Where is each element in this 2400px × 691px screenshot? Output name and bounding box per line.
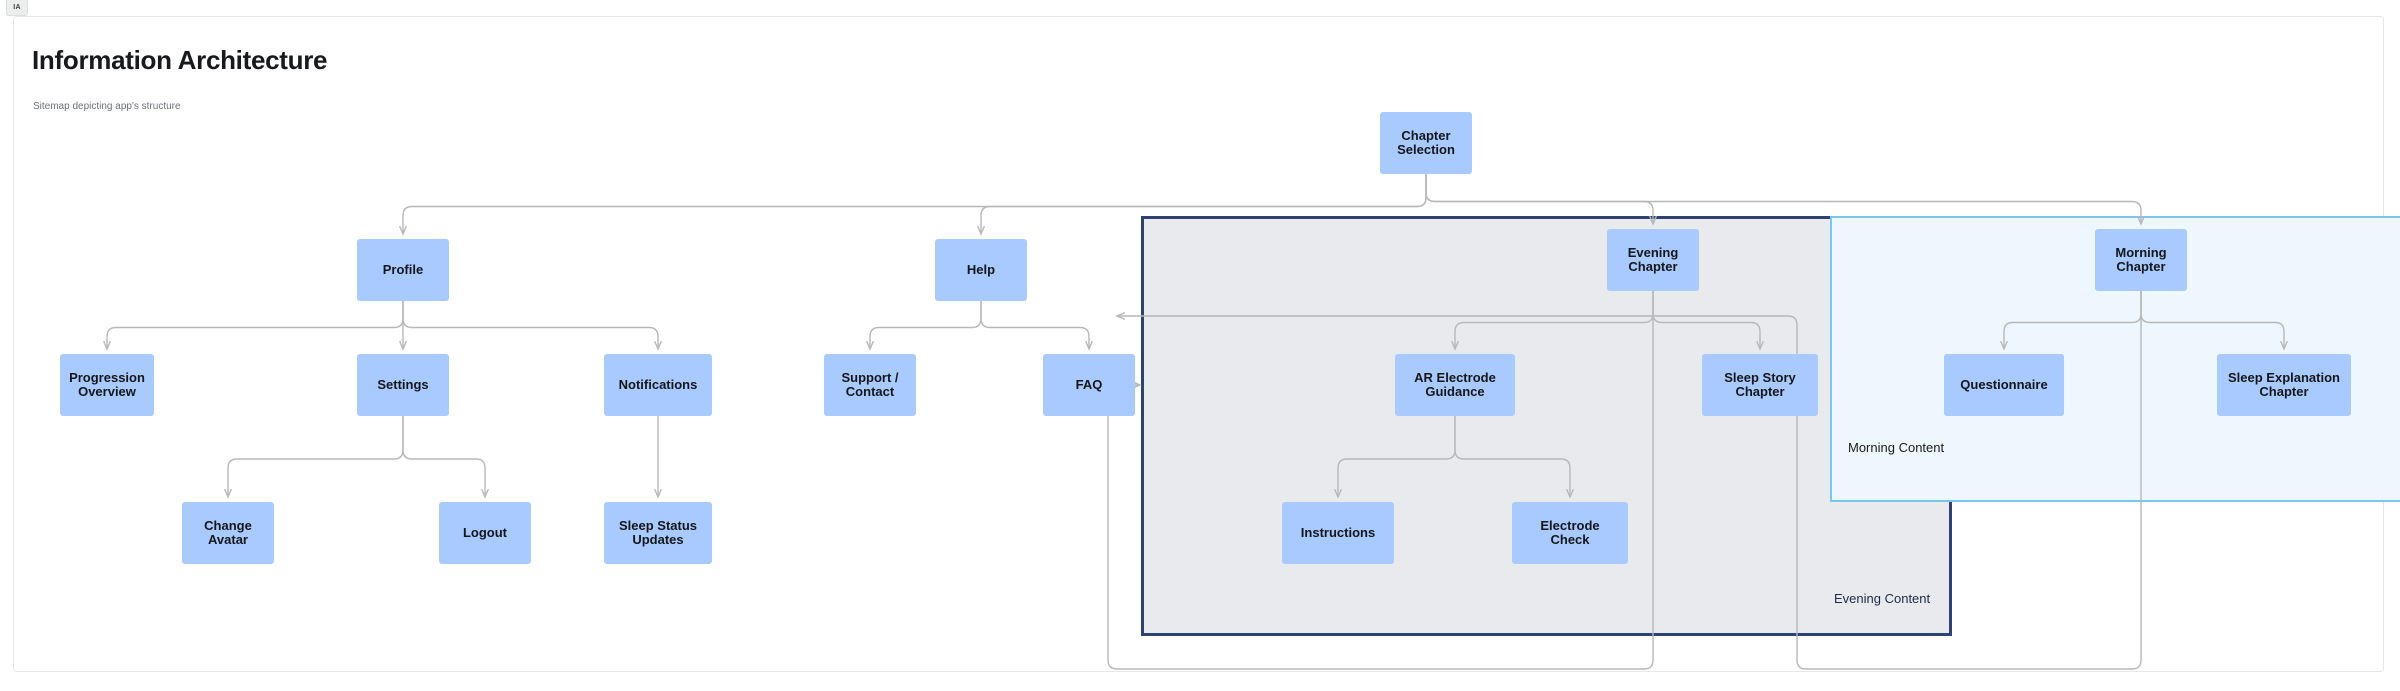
node-logout[interactable]: Logout bbox=[439, 502, 531, 564]
connector-edge bbox=[402, 301, 658, 349]
node-label: Notifications bbox=[618, 376, 698, 392]
node-chapter-selection[interactable]: Chapter Selection bbox=[1380, 112, 1472, 174]
page-card: Information Architecture Sitemap depicti… bbox=[13, 16, 2400, 673]
tab-label: IA bbox=[13, 4, 21, 11]
node-evening-chapter[interactable]: Evening Chapter bbox=[1607, 229, 1699, 291]
node-label: FAQ bbox=[1075, 376, 1103, 392]
node-label: Support / Contact bbox=[841, 369, 899, 399]
tab-information-architecture[interactable]: IA bbox=[6, 0, 28, 16]
node-label: Logout bbox=[462, 524, 508, 540]
node-questionnaire[interactable]: Questionnaire bbox=[1944, 354, 2064, 416]
node-instructions[interactable]: Instructions bbox=[1282, 502, 1394, 564]
node-morning-chapter[interactable]: Morning Chapter bbox=[2095, 229, 2187, 291]
connector-edge bbox=[402, 416, 485, 497]
connector-edge bbox=[870, 301, 982, 349]
node-label: Electrode Check bbox=[1540, 517, 1600, 547]
node-settings[interactable]: Settings bbox=[357, 354, 449, 416]
sitemap-diagram: Chapter Selection Profile Help Evening Chapte… bbox=[14, 17, 2400, 673]
node-progression[interactable]: Progression Overview bbox=[60, 354, 154, 416]
node-sleep-story[interactable]: Sleep Story Chapter bbox=[1702, 354, 1818, 416]
node-sleep-explanation[interactable]: Sleep Explanation Chapter bbox=[2217, 354, 2351, 416]
node-label: Chapter Selection bbox=[1397, 127, 1455, 157]
group-label-evening-content: Evening Content bbox=[1834, 591, 1931, 606]
node-label: Settings bbox=[377, 376, 429, 392]
connector-edge bbox=[107, 301, 404, 349]
node-support-contact[interactable]: Support / Contact bbox=[824, 354, 916, 416]
node-label: Morning Chapter bbox=[2115, 244, 2167, 274]
screenshot-root: IA Information Architecture Sitemap depi… bbox=[0, 0, 2400, 691]
connector-edge bbox=[980, 301, 1089, 349]
node-change-avatar[interactable]: Change Avatar bbox=[182, 502, 274, 564]
node-sleep-status[interactable]: Sleep Status Updates bbox=[604, 502, 712, 564]
node-label: Change Avatar bbox=[204, 517, 252, 547]
node-help[interactable]: Help bbox=[935, 239, 1027, 301]
node-label: Sleep Explanation Chapter bbox=[2228, 369, 2340, 399]
node-ar-electrode[interactable]: AR Electrode Guidance bbox=[1395, 354, 1515, 416]
node-label: Instructions bbox=[1300, 524, 1376, 540]
node-notifications[interactable]: Notifications bbox=[604, 354, 712, 416]
node-label: Sleep Story Chapter bbox=[1724, 369, 1796, 399]
node-label: Evening Chapter bbox=[1627, 244, 1679, 274]
node-label: AR Electrode Guidance bbox=[1414, 369, 1496, 399]
node-faq[interactable]: FAQ bbox=[1043, 354, 1135, 416]
node-profile[interactable]: Profile bbox=[357, 239, 449, 301]
connector-edge bbox=[228, 416, 404, 497]
node-label: Questionnaire bbox=[1960, 376, 2048, 392]
node-label: Sleep Status Updates bbox=[618, 517, 698, 547]
node-label: Help bbox=[966, 261, 996, 277]
node-label: Profile bbox=[382, 261, 424, 277]
node-electrode-check[interactable]: Electrode Check bbox=[1512, 502, 1628, 564]
node-label: Progression Overview bbox=[69, 369, 145, 399]
group-label-morning-content: Morning Content bbox=[1848, 440, 1945, 455]
